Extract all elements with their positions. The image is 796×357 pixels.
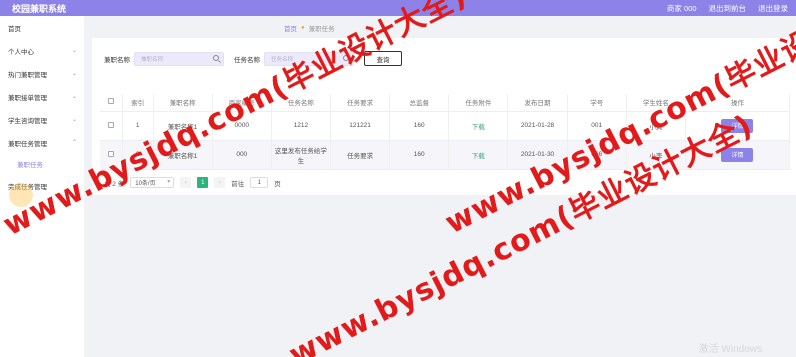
breadcrumb-separator-icon: ● bbox=[301, 25, 305, 31]
column-header: 总监督 bbox=[389, 94, 450, 112]
activation-watermark: 激活 Windows bbox=[698, 344, 762, 355]
goto-page-input[interactable]: 1 bbox=[250, 177, 269, 188]
cell-date: 2021-01-28 bbox=[507, 111, 568, 141]
user-label: 商家 000 bbox=[666, 3, 697, 13]
cell-req: 121221 bbox=[330, 111, 391, 141]
job-name-input[interactable]: 兼职名称 bbox=[134, 51, 224, 66]
breadcrumb-current: 兼职任务 bbox=[308, 26, 335, 33]
sidebar-item-label: 首页 bbox=[8, 25, 21, 33]
sidebar-item-orders[interactable]: 兼职接单管理 ⌄ bbox=[0, 85, 84, 108]
goto-label: 前往 bbox=[231, 180, 245, 188]
sidebar-item-label: 兼职接单管理 bbox=[8, 94, 47, 102]
sidebar-item-label: 热门兼职管理 bbox=[8, 71, 47, 79]
column-header: 任务附件 bbox=[448, 94, 509, 112]
select-all-header[interactable] bbox=[100, 94, 123, 112]
column-header: 学号 bbox=[567, 94, 627, 112]
cell-merchant: 000 bbox=[212, 140, 272, 170]
column-header: 索引 bbox=[122, 94, 154, 112]
job-name-label: 兼职名称 bbox=[104, 56, 130, 64]
cell-task: 1212 bbox=[271, 111, 332, 141]
cell-total: 160 bbox=[389, 111, 450, 141]
breadcrumb-home[interactable]: 首页 bbox=[284, 23, 297, 33]
breadcrumb: 首页 ● 兼职任务 bbox=[284, 23, 335, 33]
back-to-front-link[interactable]: 退出到前台 bbox=[709, 3, 747, 14]
sidebar-item-label: 兼职任务管理 bbox=[8, 140, 47, 148]
job-name-placeholder: 兼职名称 bbox=[141, 56, 164, 63]
chevron-down-icon: ⌄ bbox=[71, 94, 77, 100]
sidebar-item-tasks[interactable]: 兼职任务管理 ⌃ bbox=[0, 131, 84, 154]
download-link[interactable]: 下载 bbox=[472, 124, 485, 131]
next-page-button[interactable]: › bbox=[214, 177, 226, 188]
cell-task: 这里发布任务给学生 bbox=[271, 140, 332, 170]
checkbox[interactable] bbox=[107, 121, 114, 128]
column-header: 发布日期 bbox=[507, 94, 568, 112]
row-select[interactable] bbox=[100, 111, 123, 141]
cell-req: 任务要求 bbox=[330, 140, 391, 170]
cell-total: 160 bbox=[389, 140, 450, 170]
column-header: 任务要求 bbox=[330, 94, 391, 112]
chevron-down-icon: ⌄ bbox=[71, 71, 77, 77]
app-title: 校园兼职系统 bbox=[12, 3, 67, 14]
sidebar-item-profile[interactable]: 个人中心 ⌄ bbox=[0, 39, 84, 62]
sidebar-item-label: 个人中心 bbox=[8, 48, 34, 56]
sidebar-item-home[interactable]: 首页 bbox=[0, 16, 84, 39]
page-number-button[interactable]: 1 bbox=[197, 177, 209, 188]
header-actions: 商家 000 退出到前台 退出登录 bbox=[667, 3, 788, 14]
search-icon bbox=[213, 54, 219, 61]
cell-file: 下载 bbox=[448, 111, 509, 141]
sidebar-item-hot-jobs[interactable]: 热门兼职管理 ⌄ bbox=[0, 62, 84, 85]
sidebar-item-consult[interactable]: 学生咨询管理 ⌄ bbox=[0, 108, 84, 131]
logout-link[interactable]: 退出登录 bbox=[758, 3, 788, 14]
cell-file: 下载 bbox=[448, 140, 509, 170]
prev-page-button[interactable]: ‹ bbox=[180, 177, 192, 188]
page-unit-label: 页 bbox=[274, 180, 281, 188]
chevron-down-icon: ⌄ bbox=[71, 117, 77, 123]
sidebar-item-label: 学生咨询管理 bbox=[8, 117, 47, 125]
checkbox[interactable] bbox=[107, 98, 114, 105]
chevron-up-icon: ⌃ bbox=[71, 140, 77, 146]
download-link[interactable]: 下载 bbox=[472, 153, 485, 160]
task-name-label: 任务名称 bbox=[234, 56, 260, 64]
chevron-down-icon: ⌄ bbox=[71, 48, 77, 54]
